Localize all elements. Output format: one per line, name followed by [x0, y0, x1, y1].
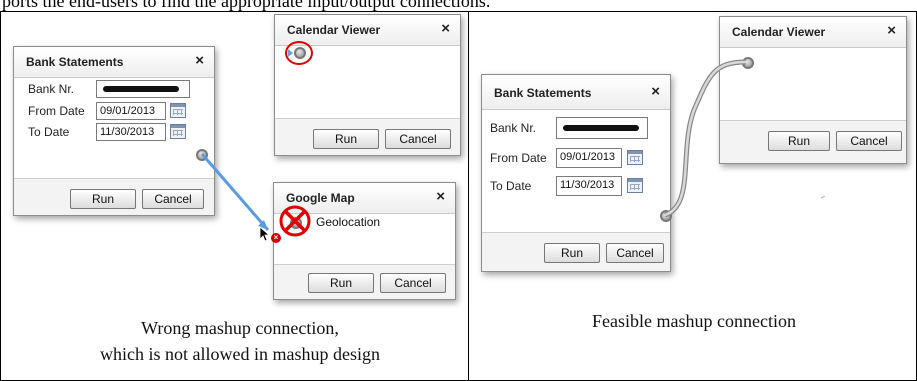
caption-line: Wrong mashup connection,: [141, 318, 339, 338]
left-caption: Wrong mashup connection, which is not al…: [60, 315, 420, 367]
error-badge-icon: ×: [271, 233, 281, 243]
caption-line: Feasible mashup connection: [592, 311, 796, 331]
caption-line: which is not allowed in mashup design: [100, 344, 380, 364]
right-caption: Feasible mashup connection: [489, 308, 899, 334]
mouse-cursor-icon: [259, 226, 271, 242]
